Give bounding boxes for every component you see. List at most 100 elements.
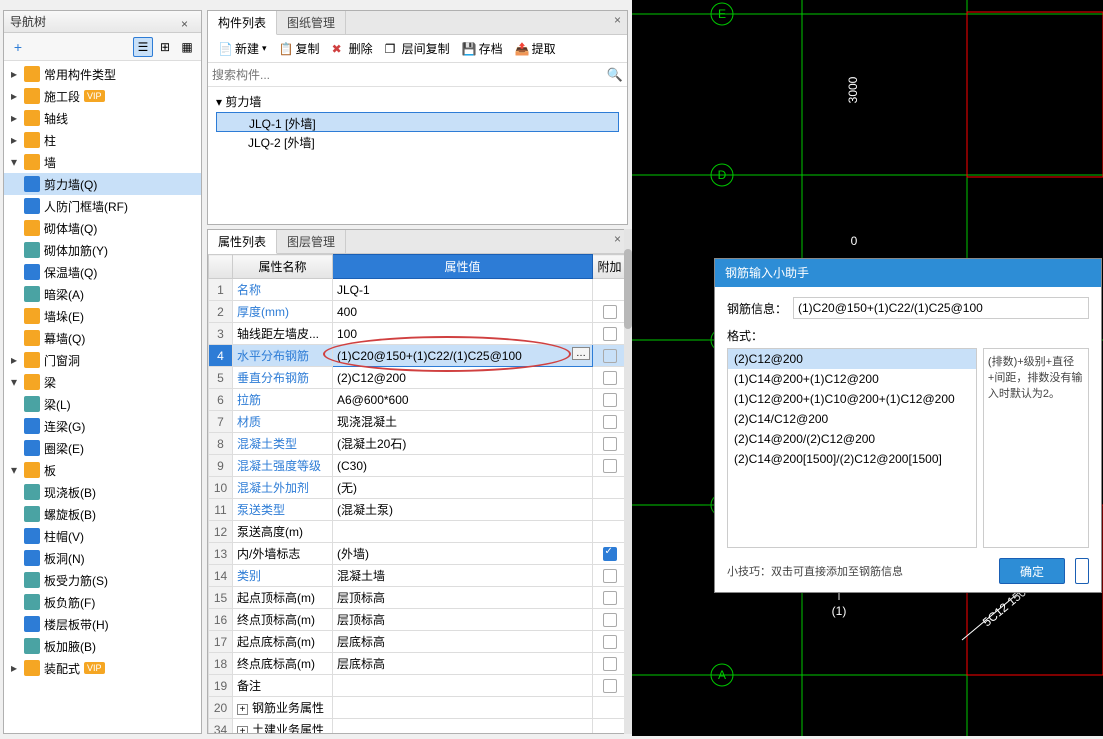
search-icon[interactable]: 🔍 <box>607 67 623 83</box>
expand-icon[interactable]: + <box>237 704 248 715</box>
nav-item[interactable]: 暗梁(A) <box>4 283 201 305</box>
property-row[interactable]: 4水平分布钢筋(1)C20@150+(1)C22/(1)C25@100… <box>209 345 627 367</box>
prop-attach[interactable] <box>593 389 627 411</box>
prop-value[interactable]: (2)C12@200 <box>333 367 593 389</box>
ok-button[interactable]: 确定 <box>999 558 1065 584</box>
prop-attach[interactable] <box>593 631 627 653</box>
property-row[interactable]: 3轴线距左墙皮...100 <box>209 323 627 345</box>
prop-value[interactable]: 100 <box>333 323 593 345</box>
save-button[interactable]: 💾存档 <box>456 37 509 61</box>
prop-attach[interactable] <box>593 499 627 521</box>
add-icon[interactable]: + <box>8 37 28 57</box>
prop-value[interactable]: (混凝土20石) <box>333 433 593 455</box>
prop-value[interactable]: 现浇混凝土 <box>333 411 593 433</box>
nav-item[interactable]: ▸常用构件类型 <box>4 63 201 85</box>
property-row[interactable]: 19备注 <box>209 675 627 697</box>
dialog-title[interactable]: 钢筋输入小助手 <box>715 259 1101 287</box>
nav-item[interactable]: 板洞(N) <box>4 547 201 569</box>
prop-attach[interactable] <box>593 565 627 587</box>
prop-attach[interactable] <box>593 697 627 719</box>
property-row[interactable]: 9混凝土强度等级(C30) <box>209 455 627 477</box>
format-option[interactable]: (2)C14@200/(2)C12@200 <box>728 429 976 449</box>
property-row[interactable]: 12泵送高度(m) <box>209 521 627 543</box>
prop-value[interactable]: 层顶标高 <box>333 609 593 631</box>
prop-attach[interactable] <box>593 477 627 499</box>
property-row[interactable]: 5垂直分布钢筋(2)C12@200 <box>209 367 627 389</box>
prop-attach[interactable] <box>593 411 627 433</box>
nav-item[interactable]: 圈梁(E) <box>4 437 201 459</box>
format-option[interactable]: (2)C14@200[1500]/(2)C12@200[1500] <box>728 449 976 469</box>
rebar-info-input[interactable] <box>793 297 1089 319</box>
view-list-icon[interactable]: ☰ <box>133 37 153 57</box>
prop-attach[interactable] <box>593 609 627 631</box>
prop-value[interactable]: (C30) <box>333 455 593 477</box>
component-group[interactable]: ▾ 剪力墙 <box>216 93 619 110</box>
scrollbar[interactable] <box>624 229 632 734</box>
nav-item[interactable]: 保温墙(Q) <box>4 261 201 283</box>
prop-value-edit[interactable]: (1)C20@150+(1)C22/(1)C25@100… <box>333 345 593 367</box>
prop-value[interactable] <box>333 697 593 719</box>
copy-button[interactable]: 📋复制 <box>273 37 326 61</box>
prop-attach[interactable] <box>593 433 627 455</box>
nav-item[interactable]: 人防门框墙(RF) <box>4 195 201 217</box>
property-row[interactable]: 8混凝土类型(混凝土20石) <box>209 433 627 455</box>
view-grid-icon[interactable]: ▦ <box>177 37 197 57</box>
prop-value[interactable] <box>333 675 593 697</box>
tab-drawing-mgmt[interactable]: 图纸管理 <box>277 11 346 34</box>
component-item[interactable]: JLQ-1 [外墙] <box>216 112 619 132</box>
property-row[interactable]: 17起点底标高(m)层底标高 <box>209 631 627 653</box>
prop-attach[interactable] <box>593 719 627 734</box>
tab-component-list[interactable]: 构件列表 <box>208 11 277 35</box>
prop-attach[interactable] <box>593 345 627 367</box>
prop-attach[interactable] <box>593 279 627 301</box>
property-row[interactable]: 18终点底标高(m)层底标高 <box>209 653 627 675</box>
nav-item[interactable]: 板负筋(F) <box>4 591 201 613</box>
property-row[interactable]: 11泵送类型(混凝土泵) <box>209 499 627 521</box>
property-row[interactable]: 16终点顶标高(m)层顶标高 <box>209 609 627 631</box>
nav-item[interactable]: 现浇板(B) <box>4 481 201 503</box>
nav-item[interactable]: 板受力筋(S) <box>4 569 201 591</box>
more-button[interactable]: … <box>572 347 590 360</box>
format-option[interactable]: (1)C12@200+(1)C10@200+(1)C12@200 <box>728 389 976 409</box>
prop-attach[interactable] <box>593 301 627 323</box>
nav-item[interactable]: 幕墙(Q) <box>4 327 201 349</box>
nav-item[interactable]: ▸装配式VIP <box>4 657 201 679</box>
view-tree-icon[interactable]: ⊞ <box>155 37 175 57</box>
close-icon[interactable]: × <box>608 11 627 34</box>
nav-item[interactable]: 梁(L) <box>4 393 201 415</box>
expand-icon[interactable]: + <box>237 726 248 733</box>
format-option[interactable]: (2)C14/C12@200 <box>728 409 976 429</box>
nav-item[interactable]: 砌体加筋(Y) <box>4 239 201 261</box>
property-row[interactable]: 2厚度(mm)400 <box>209 301 627 323</box>
nav-item[interactable]: 楼层板带(H) <box>4 613 201 635</box>
prop-value[interactable] <box>333 521 593 543</box>
nav-item[interactable]: 螺旋板(B) <box>4 503 201 525</box>
prop-value[interactable]: 层底标高 <box>333 631 593 653</box>
prop-value[interactable]: (混凝土泵) <box>333 499 593 521</box>
prop-value[interactable]: 层顶标高 <box>333 587 593 609</box>
nav-item[interactable]: ▸门窗洞 <box>4 349 201 371</box>
property-row[interactable]: 7材质现浇混凝土 <box>209 411 627 433</box>
component-item[interactable]: JLQ-2 [外墙] <box>216 132 619 152</box>
property-row[interactable]: 34+土建业务属性 <box>209 719 627 734</box>
nav-item[interactable]: ▸柱 <box>4 129 201 151</box>
property-row[interactable]: 10混凝土外加剂(无) <box>209 477 627 499</box>
nav-item[interactable]: ▾板 <box>4 459 201 481</box>
prop-attach[interactable] <box>593 367 627 389</box>
layer-copy-button[interactable]: ❐层间复制 <box>379 37 456 61</box>
format-list[interactable]: (2)C12@200(1)C14@200+(1)C12@200(1)C12@20… <box>727 348 977 548</box>
search-input[interactable] <box>212 65 607 85</box>
prop-attach[interactable] <box>593 323 627 345</box>
prop-attach[interactable] <box>593 675 627 697</box>
prop-value[interactable] <box>333 719 593 734</box>
prop-value[interactable]: A6@600*600 <box>333 389 593 411</box>
prop-attach[interactable] <box>593 455 627 477</box>
nav-item[interactable]: 连梁(G) <box>4 415 201 437</box>
nav-item[interactable]: ▾墙 <box>4 151 201 173</box>
prop-attach[interactable] <box>593 653 627 675</box>
scroll-thumb[interactable] <box>624 249 632 329</box>
nav-item[interactable]: 板加腋(B) <box>4 635 201 657</box>
delete-button[interactable]: ✖删除 <box>326 37 379 61</box>
prop-value[interactable]: 混凝土墙 <box>333 565 593 587</box>
property-row[interactable]: 13内/外墙标志(外墙) <box>209 543 627 565</box>
